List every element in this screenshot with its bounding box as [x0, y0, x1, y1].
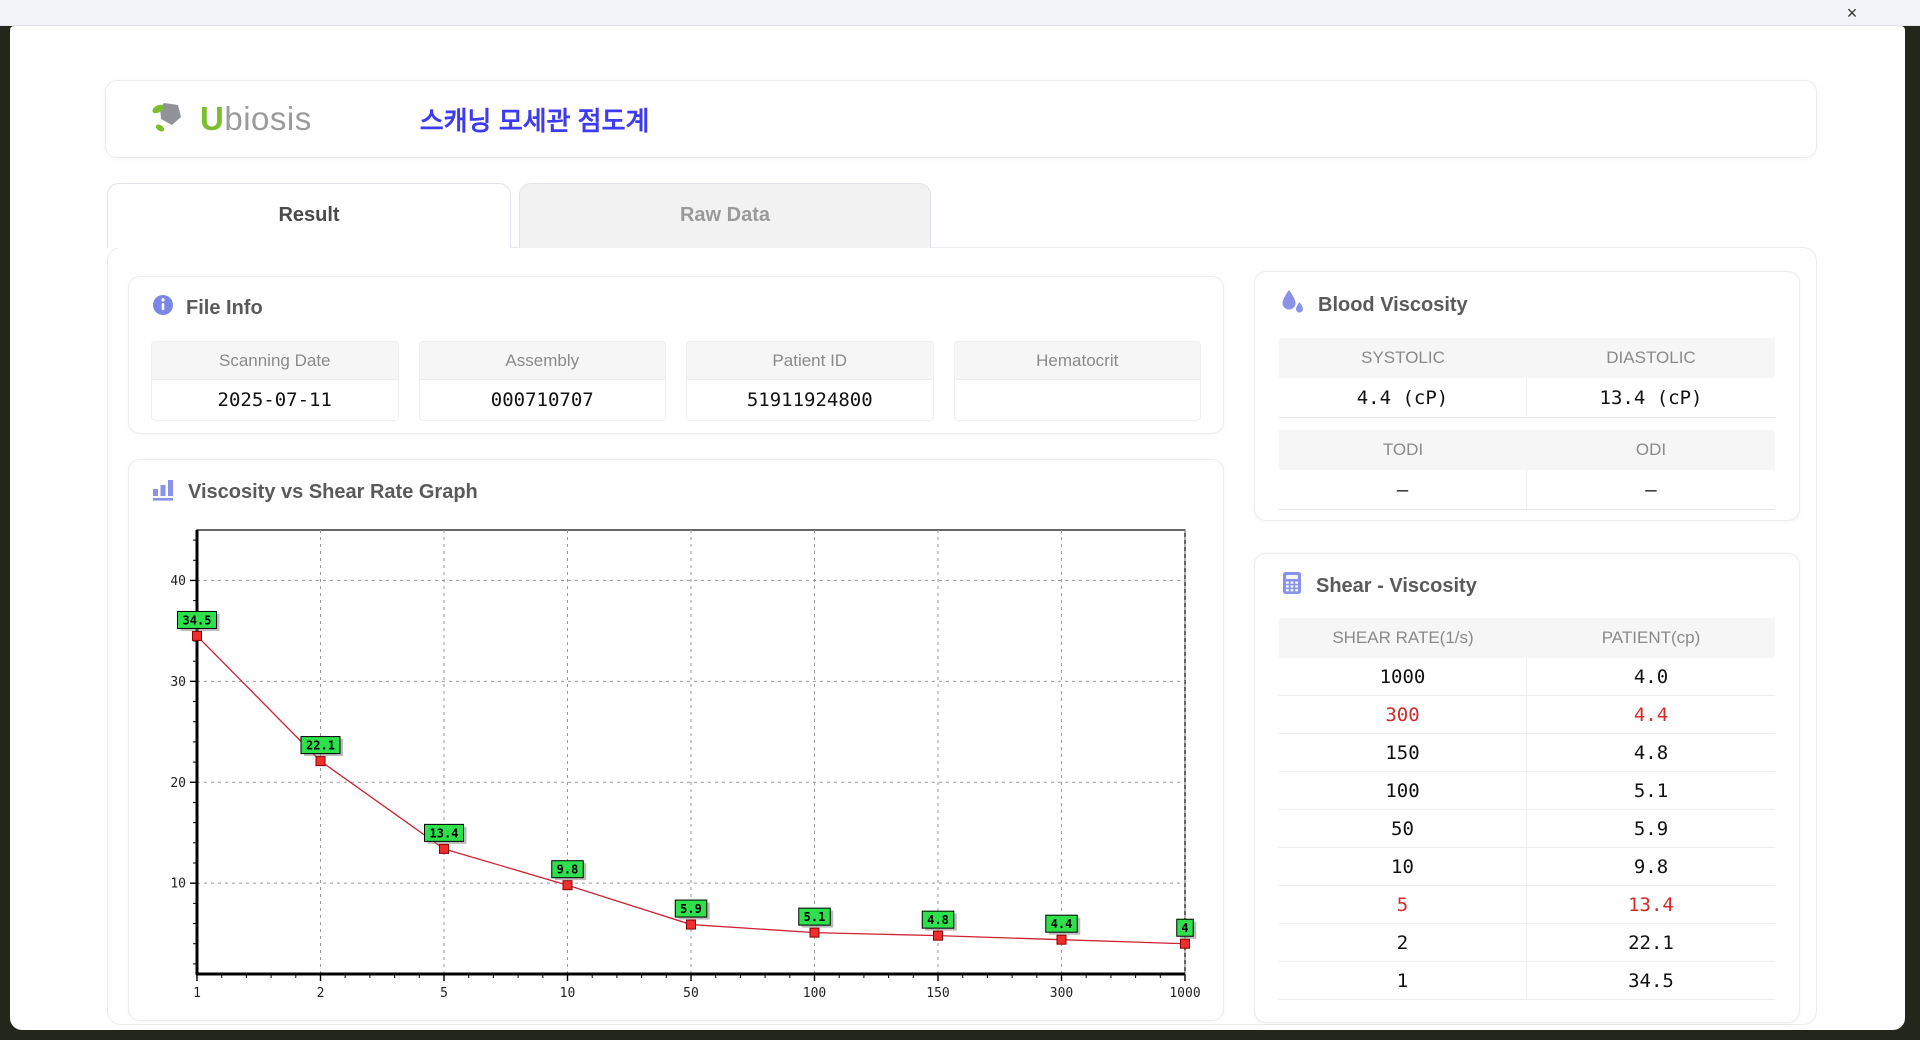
shear-rate-cell: 100	[1279, 772, 1527, 810]
shear-rate-column-header: SHEAR RATE(1/s)	[1279, 618, 1527, 658]
shear-rate-cell: 10	[1279, 848, 1527, 886]
field-label: Patient ID	[687, 342, 933, 380]
svg-text:4: 4	[1181, 921, 1188, 935]
droplets-icon	[1279, 288, 1307, 322]
blood-viscosity-title: Blood Viscosity	[1318, 293, 1468, 316]
shear-rate-cell: 50	[1279, 810, 1527, 848]
graph-title: Viscosity vs Shear Rate Graph	[188, 480, 478, 503]
patient-viscosity-cell: 4.4	[1527, 696, 1775, 734]
logo-text: Ubiosis	[200, 100, 312, 138]
calculator-icon	[1279, 570, 1305, 602]
leaf-logo-icon	[148, 95, 192, 144]
field-value: 000710707	[490, 389, 594, 411]
logo-rest: biosis	[224, 100, 312, 137]
shear-table-row: 1000 4.0	[1279, 658, 1775, 696]
svg-text:5.9: 5.9	[680, 902, 702, 916]
shear-rate-cell: 1000	[1279, 658, 1527, 696]
patient-viscosity-cell: 5.1	[1527, 772, 1775, 810]
app-title: 스캐닝 모세관 점도계	[419, 105, 650, 136]
odi-value: –	[1527, 470, 1775, 510]
patient-id-field: Patient ID 51911924800	[686, 341, 934, 421]
svg-text:300: 300	[1050, 986, 1073, 1000]
field-value: 51911924800	[746, 389, 873, 411]
shear-rate-cell: 1	[1279, 962, 1527, 1000]
svg-text:22.1: 22.1	[306, 739, 335, 753]
blood-viscosity-card: Blood Viscosity SYSTOLIC DIASTOLIC 4.4 (…	[1254, 271, 1800, 521]
app-window: Ubiosis 스캐닝 모세관 점도계 Result Raw Data File…	[10, 26, 1905, 1030]
field-value: 2025-07-11	[217, 389, 332, 411]
odi-header: ODI	[1527, 430, 1775, 470]
shear-table-row: 100 5.1	[1279, 772, 1775, 810]
viscosity-chart: 10 20 30 40 1 2 5 10 50 100 150 300 1000 34.5 22.1 13.4…	[153, 522, 1201, 1005]
svg-text:13.4: 13.4	[430, 826, 459, 840]
svg-text:150: 150	[926, 986, 949, 1000]
scanning-date-field: Scanning Date 2025-07-11	[151, 341, 399, 421]
header-card: Ubiosis 스캐닝 모세관 점도계	[105, 80, 1817, 158]
bar-chart-icon	[151, 476, 177, 508]
hematocrit-field: Hematocrit	[953, 341, 1201, 421]
patient-viscosity-cell: 34.5	[1527, 962, 1775, 1000]
patient-column-header: PATIENT(cp)	[1527, 618, 1775, 658]
shear-rate-cell: 300	[1279, 696, 1527, 734]
svg-text:9.8: 9.8	[557, 863, 579, 877]
shear-rate-cell: 5	[1279, 886, 1527, 924]
shear-table-row: 5 13.4	[1279, 886, 1775, 924]
systolic-value: 4.4 (cP)	[1279, 378, 1527, 418]
svg-text:10: 10	[170, 877, 186, 892]
shear-viscosity-card: Shear - Viscosity SHEAR RATE(1/s) PATIEN…	[1254, 553, 1800, 1023]
diastolic-header: DIASTOLIC	[1527, 338, 1775, 378]
svg-text:30: 30	[170, 675, 186, 690]
svg-text:34.5: 34.5	[183, 613, 212, 627]
shear-table: SHEAR RATE(1/s) PATIENT(cp) 1000 4.0 300…	[1279, 618, 1775, 1000]
field-label: Assembly	[419, 342, 665, 380]
svg-text:40: 40	[170, 574, 186, 589]
close-button[interactable]: ×	[1839, 1, 1865, 25]
patient-viscosity-cell: 4.0	[1527, 658, 1775, 696]
svg-text:1000: 1000	[1169, 986, 1200, 1000]
file-info-card: File Info Scanning Date 2025-07-11 Assem…	[128, 276, 1224, 434]
svg-text:2: 2	[317, 986, 325, 1000]
shear-table-row: 1 34.5	[1279, 962, 1775, 1000]
file-info-title: File Info	[186, 296, 263, 319]
patient-viscosity-cell: 13.4	[1527, 886, 1775, 924]
svg-text:50: 50	[683, 986, 699, 1000]
info-icon	[151, 293, 175, 323]
systolic-header: SYSTOLIC	[1279, 338, 1527, 378]
content-panel: File Info Scanning Date 2025-07-11 Assem…	[107, 247, 1817, 1025]
patient-viscosity-cell: 9.8	[1527, 848, 1775, 886]
shear-table-row: 2 22.1	[1279, 924, 1775, 962]
diastolic-value: 13.4 (cP)	[1527, 378, 1775, 418]
field-label: Scanning Date	[152, 342, 398, 380]
shear-table-row: 50 5.9	[1279, 810, 1775, 848]
svg-text:100: 100	[803, 986, 826, 1000]
logo-letter-u: U	[200, 100, 225, 137]
patient-viscosity-cell: 22.1	[1527, 924, 1775, 962]
shear-table-row: 150 4.8	[1279, 734, 1775, 772]
shear-rate-cell: 150	[1279, 734, 1527, 772]
shear-viscosity-title: Shear - Viscosity	[1316, 574, 1477, 597]
brand-logo: Ubiosis	[148, 95, 312, 144]
patient-viscosity-cell: 5.9	[1527, 810, 1775, 848]
field-value	[955, 380, 1201, 420]
svg-text:5.1: 5.1	[804, 910, 826, 924]
assembly-field: Assembly 000710707	[418, 341, 666, 421]
svg-text:1: 1	[193, 986, 201, 1000]
tab-raw-data[interactable]: Raw Data	[519, 183, 931, 248]
shear-table-row: 10 9.8	[1279, 848, 1775, 886]
svg-text:20: 20	[170, 776, 186, 791]
svg-text:5: 5	[440, 986, 448, 1000]
todi-value: –	[1279, 470, 1527, 510]
shear-rate-cell: 2	[1279, 924, 1527, 962]
svg-text:4.4: 4.4	[1051, 917, 1073, 931]
shear-table-row: 300 4.4	[1279, 696, 1775, 734]
titlebar: ×	[0, 0, 1920, 26]
patient-viscosity-cell: 4.8	[1527, 734, 1775, 772]
svg-text:10: 10	[560, 986, 576, 1000]
svg-text:4.8: 4.8	[927, 913, 949, 927]
blood-viscosity-table: SYSTOLIC DIASTOLIC 4.4 (cP) 13.4 (cP) TO…	[1279, 338, 1775, 510]
graph-card: Viscosity vs Shear Rate Graph 10 20 30 40 1 2…	[128, 459, 1224, 1021]
field-label: Hematocrit	[954, 342, 1200, 380]
tab-result[interactable]: Result	[107, 183, 511, 248]
todi-header: TODI	[1279, 430, 1527, 470]
